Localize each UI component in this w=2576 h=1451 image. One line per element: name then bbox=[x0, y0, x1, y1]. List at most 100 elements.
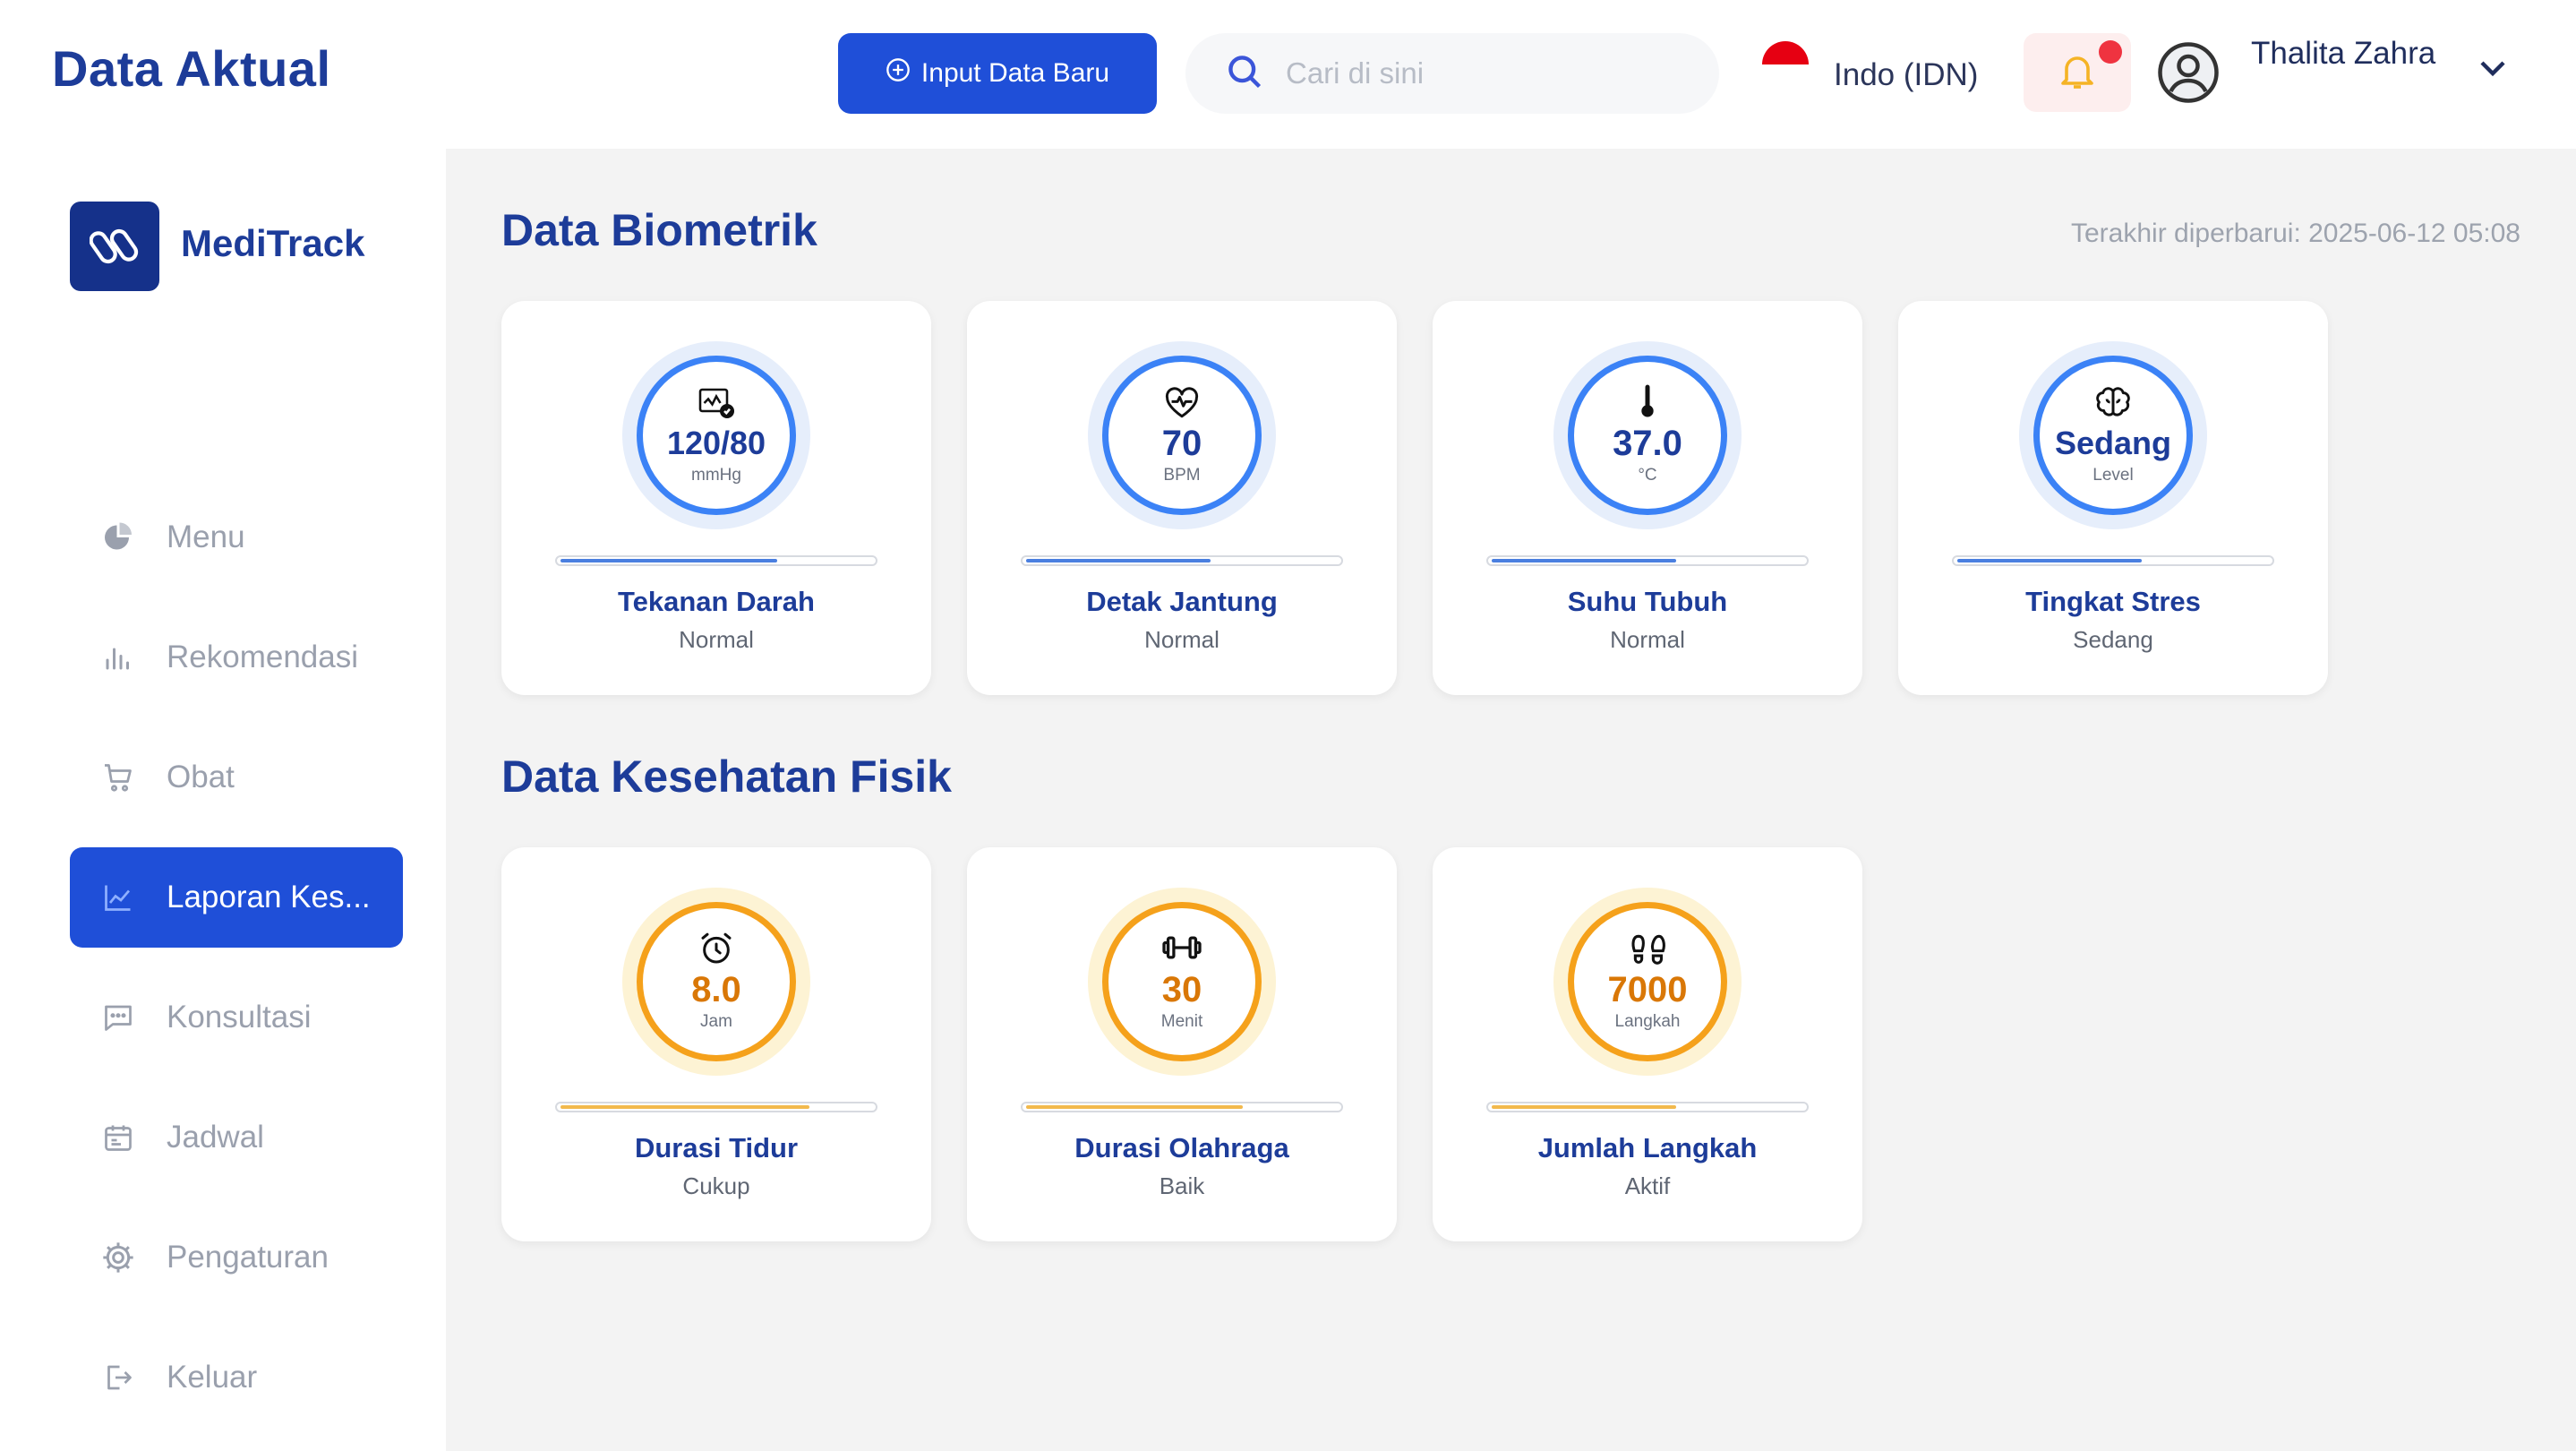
sidebar-item-label: Obat bbox=[167, 760, 235, 794]
metric-status: Normal bbox=[1610, 626, 1685, 653]
sidebar-item-label: Laporan Kes... bbox=[167, 880, 371, 914]
logout-button[interactable]: Keluar bbox=[70, 1327, 403, 1428]
sidebar-item-laporan[interactable]: Laporan Kes... bbox=[70, 847, 403, 948]
metric-unit: Menit bbox=[1160, 1012, 1203, 1031]
language-label: Indo (IDN) bbox=[1834, 57, 1979, 92]
metric-value: 8.0 bbox=[691, 970, 741, 1009]
user-avatar[interactable] bbox=[2156, 40, 2221, 105]
sidebar-item-konsultasi[interactable]: Konsultasi bbox=[70, 967, 403, 1068]
metric-title: Tingkat Stres bbox=[2025, 586, 2201, 617]
alarm-clock-icon bbox=[698, 932, 734, 966]
metric-unit: Langkah bbox=[1614, 1012, 1681, 1031]
dumbbell-icon bbox=[1162, 932, 1202, 966]
metric-card-stress-level[interactable]: Sedang Level Tingkat Stres Sedang bbox=[1898, 301, 2328, 695]
footprints-icon bbox=[1628, 932, 1667, 966]
metric-card-steps[interactable]: 7000 Langkah Jumlah Langkah Aktif bbox=[1433, 847, 1862, 1241]
notification-button[interactable] bbox=[2024, 33, 2131, 112]
sidebar-item-label: Menu bbox=[167, 519, 245, 554]
progress-bar bbox=[1486, 555, 1809, 566]
search-input[interactable] bbox=[1284, 56, 1682, 91]
metric-ring: 7000 Langkah bbox=[1553, 888, 1742, 1076]
logout-icon bbox=[98, 1358, 138, 1397]
gear-icon bbox=[98, 1238, 138, 1277]
sidebar-item-jadwal[interactable]: Jadwal bbox=[70, 1087, 403, 1188]
metric-status: Sedang bbox=[2073, 626, 2153, 653]
search-icon bbox=[1225, 52, 1264, 96]
metric-ring: 120/80 mmHg bbox=[622, 341, 810, 529]
metric-card-heart-rate[interactable]: 70 BPM Detak Jantung Normal bbox=[967, 301, 1397, 695]
sidebar-item-menu[interactable]: Menu bbox=[70, 487, 403, 588]
sidebar-item-rekomendasi[interactable]: Rekomendasi bbox=[70, 607, 403, 708]
metric-title: Durasi Tidur bbox=[634, 1132, 799, 1163]
metric-ring: 30 Menit bbox=[1088, 888, 1276, 1076]
metric-value: 70 bbox=[1161, 424, 1202, 463]
progress-bar bbox=[1021, 1102, 1343, 1112]
top-header: Data Aktual Input Data Baru Indo (IDN) T… bbox=[0, 0, 2576, 149]
input-data-baru-label: Input Data Baru bbox=[920, 58, 1110, 88]
progress-bar bbox=[1021, 555, 1343, 566]
monitor-heart-icon bbox=[697, 385, 735, 419]
plus-circle-icon bbox=[886, 57, 911, 90]
metric-unit: mmHg bbox=[691, 466, 741, 485]
sidebar-item-label: Rekomendasi bbox=[167, 640, 358, 674]
chevron-down-icon[interactable] bbox=[2478, 59, 2507, 82]
heartbeat-icon bbox=[1164, 385, 1200, 419]
progress-bar bbox=[555, 1102, 877, 1112]
bell-icon bbox=[2056, 49, 2099, 97]
language-selector[interactable]: Indo (IDN) bbox=[1762, 41, 1979, 99]
search-bar[interactable] bbox=[1185, 33, 1719, 114]
thermometer-icon bbox=[1638, 384, 1657, 419]
logout-label: Keluar bbox=[167, 1360, 258, 1395]
calendar-icon bbox=[98, 1118, 138, 1157]
metric-unit: Level bbox=[2092, 466, 2134, 485]
progress-bar bbox=[1952, 555, 2274, 566]
bar-chart-icon bbox=[98, 638, 138, 677]
metric-ring: 70 BPM bbox=[1088, 341, 1276, 529]
metric-card-body-temp[interactable]: 37.0 °C Suhu Tubuh Normal bbox=[1433, 301, 1862, 695]
metric-card-exercise[interactable]: 30 Menit Durasi Olahraga Baik bbox=[967, 847, 1397, 1241]
metric-status: Normal bbox=[679, 626, 754, 653]
metric-title: Tekanan Darah bbox=[618, 586, 815, 617]
notification-dot bbox=[2099, 40, 2122, 64]
metric-card-blood-pressure[interactable]: 120/80 mmHg Tekanan Darah Normal bbox=[501, 301, 931, 695]
metric-status: Normal bbox=[1144, 626, 1220, 653]
metric-unit: Jam bbox=[700, 1012, 732, 1031]
sidebar-item-label: Pengaturan bbox=[167, 1240, 329, 1275]
biometrik-section-title: Data Biometrik bbox=[501, 205, 817, 255]
metric-ring: Sedang Level bbox=[2019, 341, 2207, 529]
sidebar-item-obat[interactable]: Obat bbox=[70, 727, 403, 828]
cart-icon bbox=[98, 758, 138, 797]
app-logo bbox=[70, 202, 159, 291]
metric-unit: BPM bbox=[1163, 466, 1201, 485]
indonesia-flag-icon bbox=[1762, 41, 1809, 88]
last-updated-text: Terakhir diperbarui: 2025-06-12 05:08 bbox=[2071, 219, 2520, 248]
progress-bar bbox=[1486, 1102, 1809, 1112]
metric-ring: 8.0 Jam bbox=[622, 888, 810, 1076]
sidebar-item-label: Konsultasi bbox=[167, 1000, 312, 1035]
metric-card-sleep[interactable]: 8.0 Jam Durasi Tidur Cukup bbox=[501, 847, 931, 1241]
metric-title: Detak Jantung bbox=[1086, 586, 1278, 617]
fisik-section-title: Data Kesehatan Fisik bbox=[501, 751, 952, 802]
sidebar-item-pengaturan[interactable]: Pengaturan bbox=[70, 1207, 403, 1308]
sidebar-item-label: Jadwal bbox=[167, 1120, 264, 1155]
metric-unit: °C bbox=[1638, 466, 1657, 485]
metric-ring: 37.0 °C bbox=[1553, 341, 1742, 529]
page-title: Data Aktual bbox=[52, 40, 331, 97]
pie-chart-icon bbox=[98, 518, 138, 557]
metric-value: 120/80 bbox=[666, 425, 766, 461]
metric-value: 7000 bbox=[1607, 970, 1688, 1009]
metric-value: 37.0 bbox=[1613, 424, 1682, 463]
metric-title: Suhu Tubuh bbox=[1567, 586, 1728, 617]
metric-status: Baik bbox=[1159, 1172, 1205, 1199]
input-data-baru-button[interactable]: Input Data Baru bbox=[838, 33, 1157, 114]
metric-status: Aktif bbox=[1624, 1172, 1671, 1199]
user-name: Thalita Zahra bbox=[2251, 36, 2436, 71]
metric-status: Cukup bbox=[682, 1172, 750, 1199]
metric-title: Durasi Olahraga bbox=[1074, 1132, 1289, 1163]
brain-icon bbox=[2094, 385, 2132, 419]
metric-value: 30 bbox=[1161, 970, 1202, 1009]
metric-value: Sedang bbox=[2054, 425, 2172, 461]
sidebar: MediTrack Menu Rekomendasi Obat Laporan … bbox=[0, 149, 446, 1451]
metric-title: Jumlah Langkah bbox=[1537, 1132, 1758, 1163]
brand-name: MediTrack bbox=[181, 222, 365, 264]
